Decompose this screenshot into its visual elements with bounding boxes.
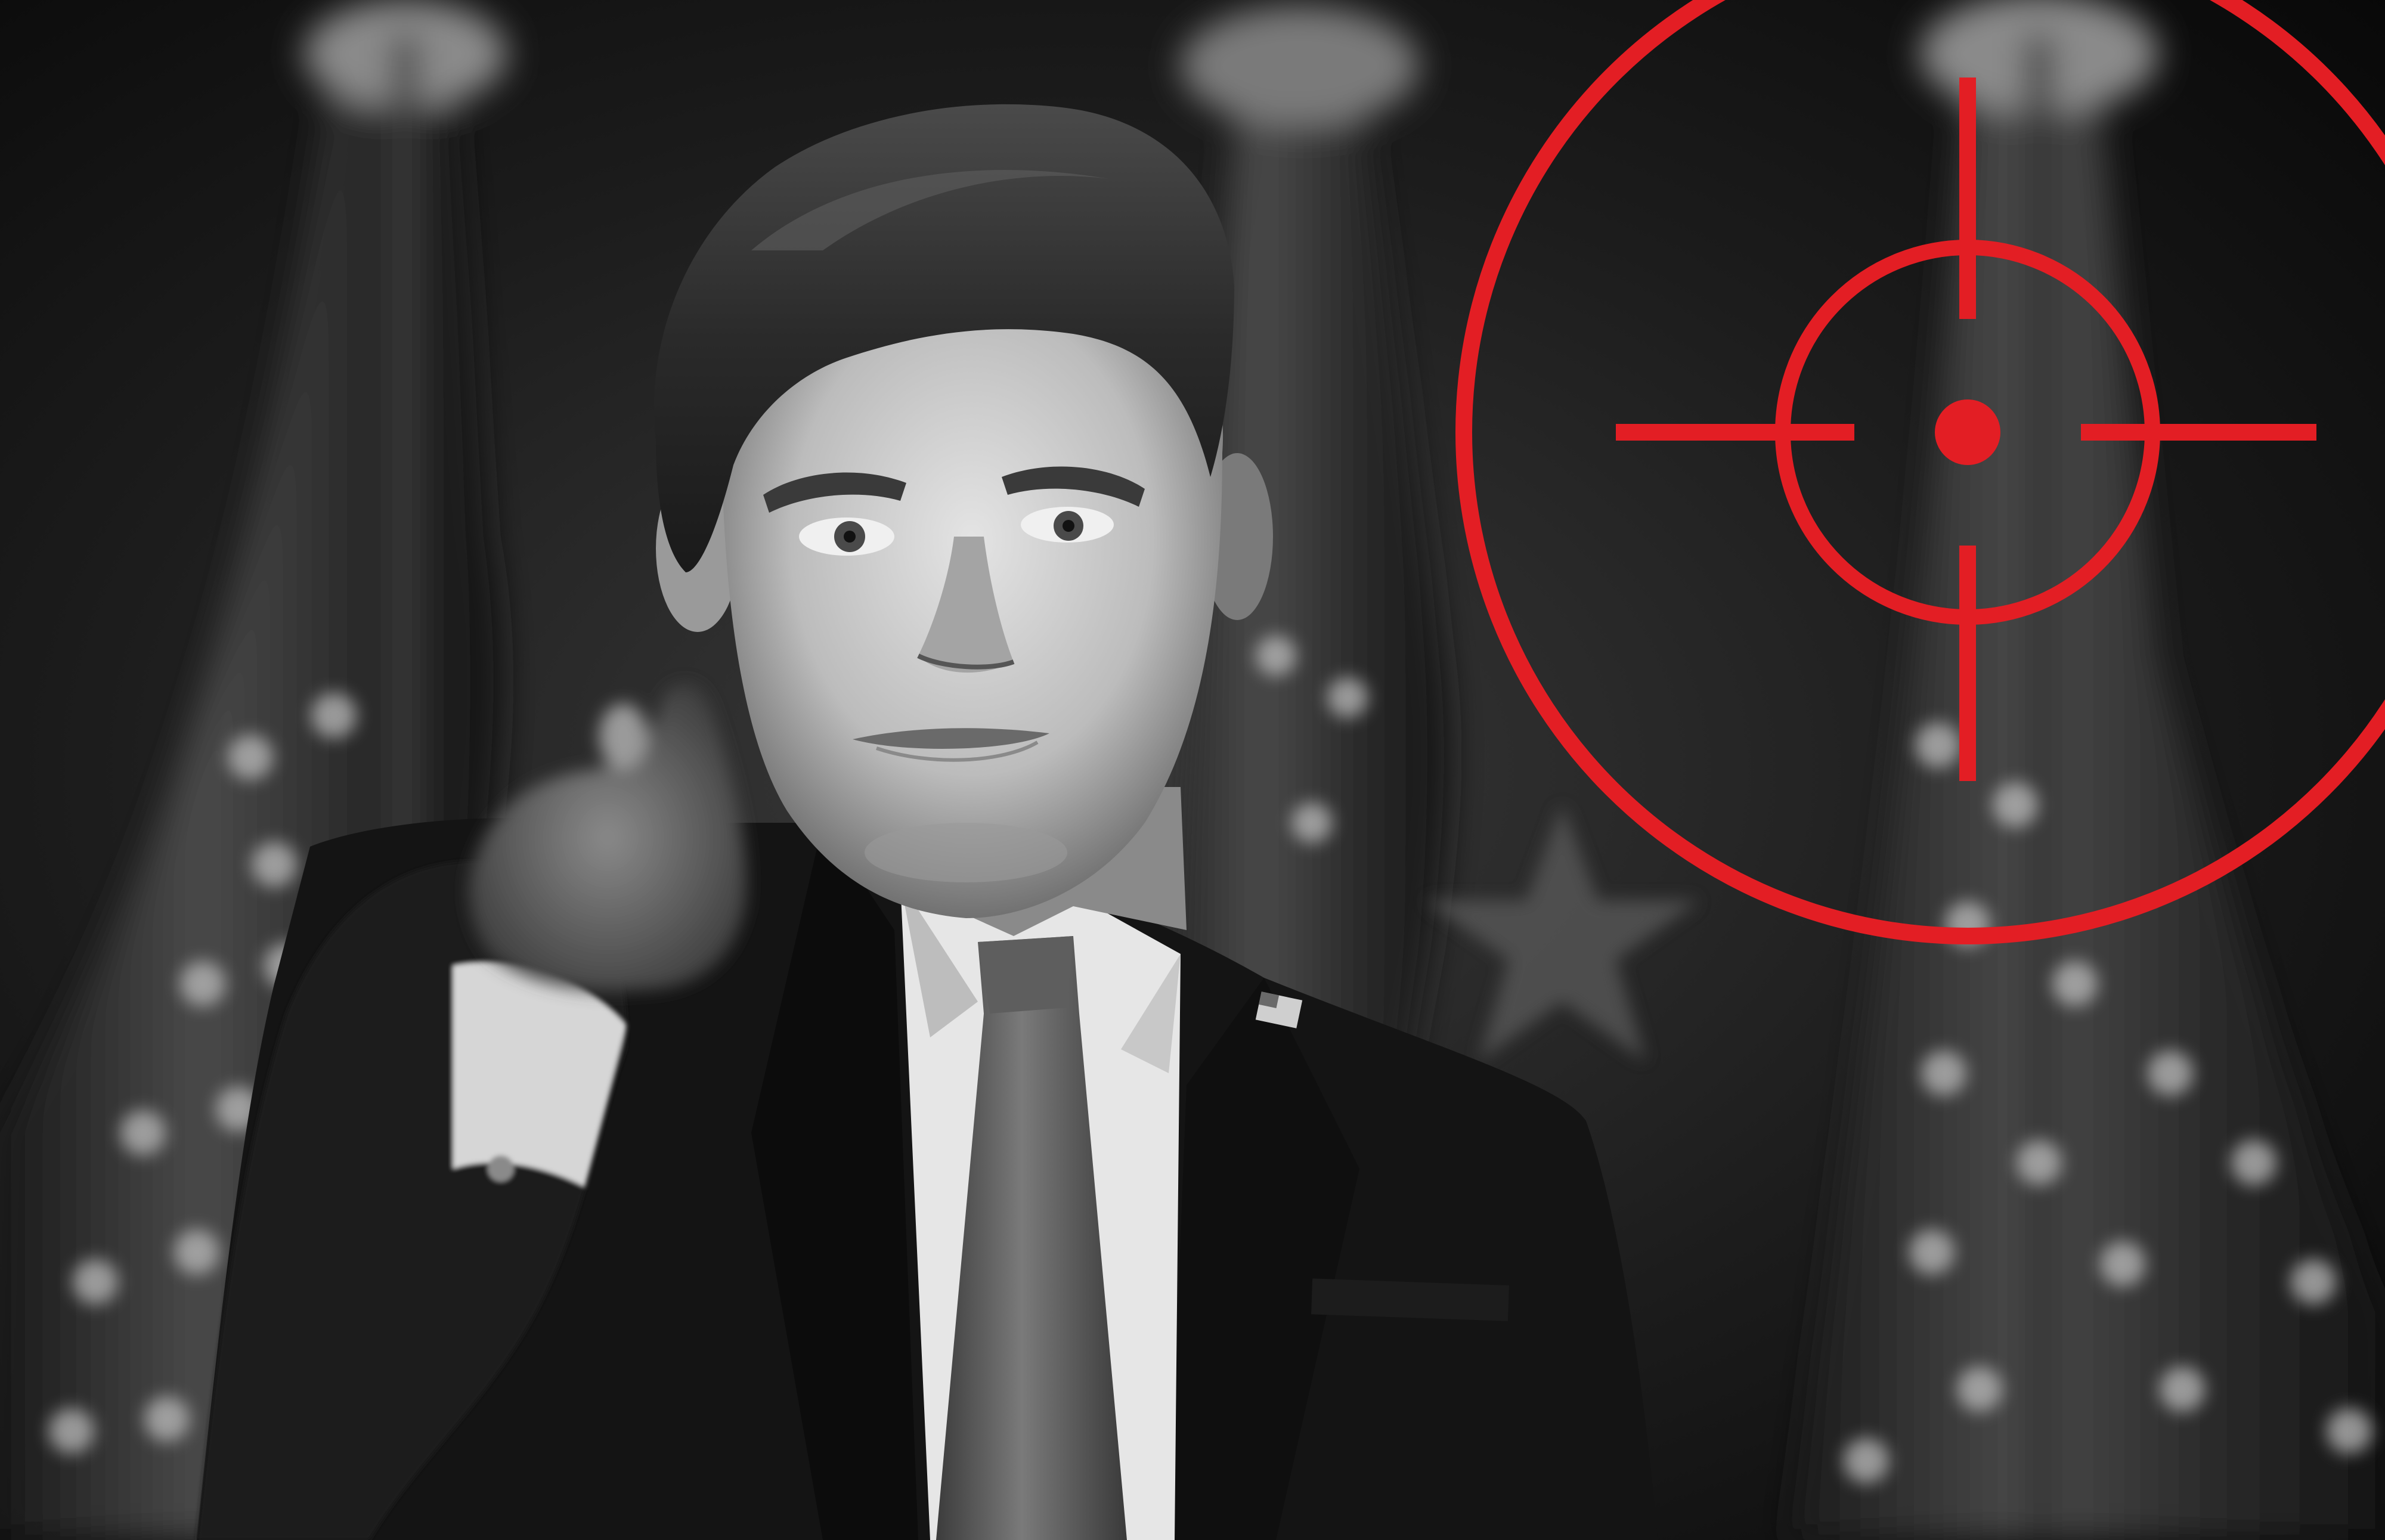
- photo-illustration: [0, 0, 2385, 1540]
